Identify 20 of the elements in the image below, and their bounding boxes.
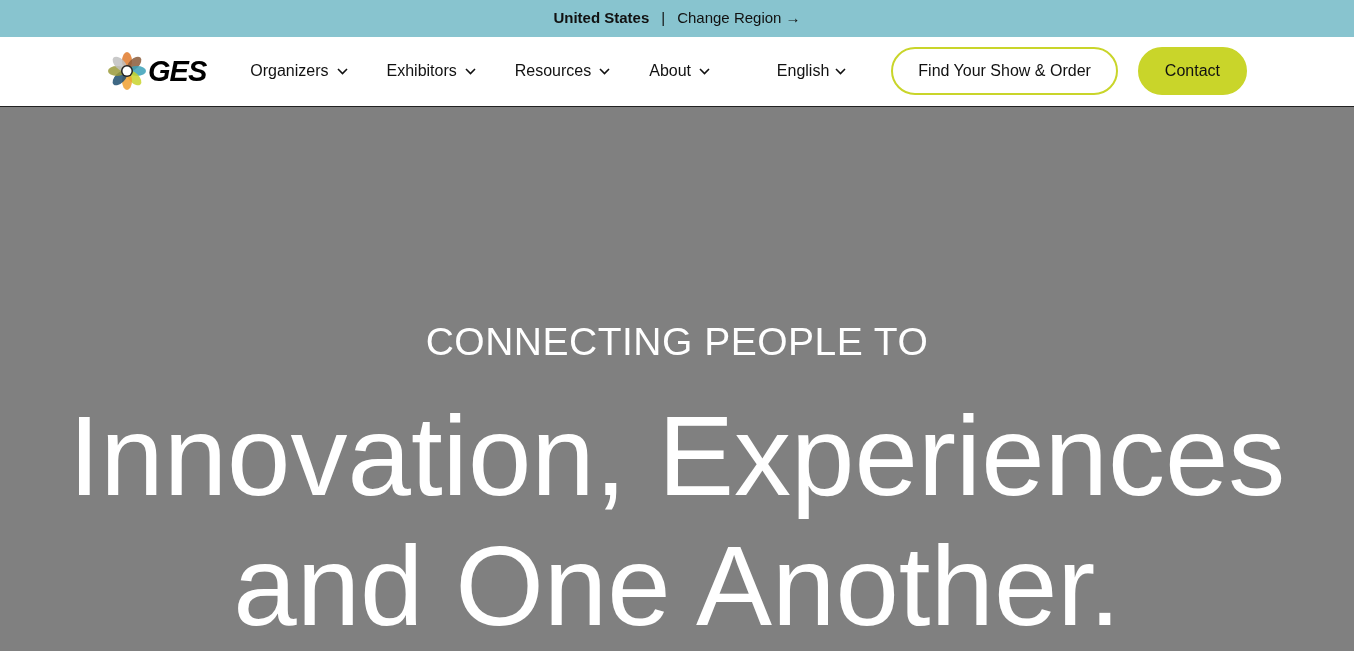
- language-selector[interactable]: English: [776, 59, 847, 84]
- find-show-button[interactable]: Find Your Show & Order: [891, 47, 1118, 96]
- region-name: United States: [553, 8, 650, 29]
- nav-menu-item[interactable]: Organizers: [250, 59, 348, 84]
- hero-headline: Innovation, Experiences and One Another.: [68, 391, 1286, 651]
- nav-menu-item[interactable]: About: [649, 59, 711, 84]
- flower-logo-icon: [108, 52, 146, 91]
- separator: |: [661, 8, 666, 29]
- ges-logo[interactable]: GES: [108, 49, 207, 94]
- chevron-down-icon: [699, 67, 711, 75]
- change-region-link[interactable]: Change Region →: [677, 7, 801, 30]
- logo-wordmark: GES: [148, 53, 207, 89]
- nav-menu-item[interactable]: Exhibitors: [386, 59, 476, 84]
- hero-eyebrow: CONNECTING PEOPLE TO: [425, 322, 929, 361]
- chevron-down-icon: [336, 67, 348, 75]
- chevron-down-icon: [599, 67, 611, 75]
- nav-menu-item[interactable]: Resources: [514, 59, 611, 84]
- contact-button[interactable]: Contact: [1137, 47, 1247, 96]
- chevron-down-icon: [464, 67, 476, 75]
- chevron-down-icon: [835, 67, 847, 75]
